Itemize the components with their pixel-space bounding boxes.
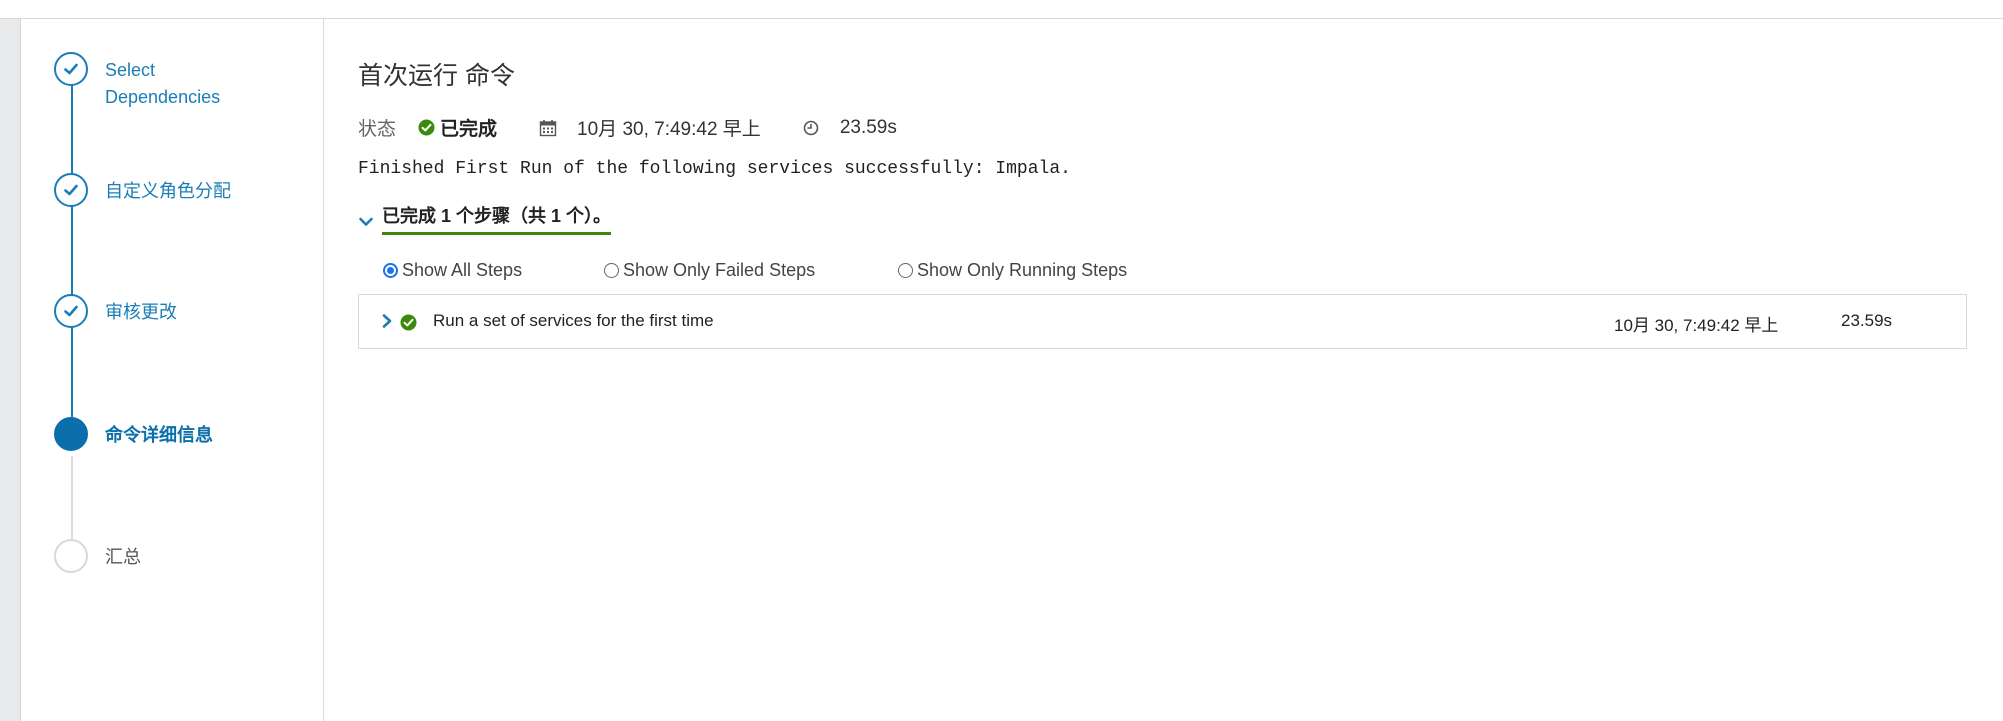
result-message: Finished First Run of the following serv…	[358, 159, 1071, 179]
success-icon	[400, 314, 417, 331]
success-icon	[418, 119, 435, 136]
wizard-step-summary: 汇总	[54, 539, 255, 573]
radio-unselected[interactable]	[604, 263, 619, 278]
wizard-sidebar: Select Dependencies 自定义角色分配 审核更改 命令详细信息 …	[21, 19, 324, 721]
check-icon	[54, 294, 88, 328]
filter-label: Show Only Running Steps	[917, 260, 1128, 280]
page: Select Dependencies 自定义角色分配 审核更改 命令详细信息 …	[0, 0, 2003, 721]
status-label: 状态	[358, 119, 397, 140]
filter-label: Show Only Failed Steps	[623, 260, 816, 280]
steps-toggle[interactable]: 已完成 1 个步骤（共 1 个）。	[358, 202, 612, 235]
check-icon	[54, 173, 88, 207]
steps-table: Run a set of services for the first time…	[358, 294, 1967, 349]
top-bar	[0, 0, 2003, 19]
status-value: 已完成	[440, 119, 498, 140]
step-filter-group: Show All Steps Show Only Failed Steps Sh…	[383, 260, 1127, 281]
pending-step-circle	[54, 539, 88, 573]
wizard-step-label: 汇总	[105, 547, 141, 567]
filter-show-all-steps[interactable]: Show All Steps	[383, 260, 604, 281]
step-name: Run a set of services for the first time	[433, 311, 714, 330]
filter-show-running-steps[interactable]: Show Only Running Steps	[898, 260, 1127, 281]
chevron-right-icon[interactable]	[380, 313, 394, 329]
wizard-step-label: 自定义角色分配	[105, 181, 231, 201]
command-datetime: 10月 30, 7:49:42 早上	[577, 119, 761, 140]
radio-selected[interactable]	[383, 263, 398, 278]
clock-icon	[803, 120, 819, 136]
current-step-dot	[54, 417, 88, 451]
radio-unselected[interactable]	[898, 263, 913, 278]
left-gutter	[0, 19, 21, 721]
wizard-step-label: 命令详细信息	[105, 425, 213, 445]
wizard-step-role-assignment[interactable]: 自定义角色分配	[54, 173, 255, 207]
wizard-step-command-details[interactable]: 命令详细信息	[54, 417, 255, 451]
wizard-step-label: 审核更改	[105, 302, 177, 322]
step-time: 10月 30, 7:49:42 早上	[1614, 316, 1779, 335]
wizard-step-review-changes[interactable]: 审核更改	[54, 294, 255, 328]
filter-label: Show All Steps	[402, 260, 523, 280]
wizard-step-select-dependencies[interactable]: Select Dependencies	[54, 52, 255, 111]
command-duration: 23.59s	[839, 116, 897, 138]
filter-show-failed-steps[interactable]: Show Only Failed Steps	[604, 260, 898, 281]
steps-summary: 已完成 1 个步骤（共 1 个）。	[382, 202, 612, 235]
progress-line-done	[71, 71, 73, 446]
page-title: 首次运行 命令	[358, 62, 515, 90]
wizard-step-label: Select Dependencies	[105, 60, 221, 107]
check-icon	[54, 52, 88, 86]
step-row[interactable]: Run a set of services for the first time…	[359, 295, 1966, 348]
step-duration: 23.59s	[1841, 311, 1893, 330]
calendar-icon	[539, 119, 557, 137]
chevron-down-icon	[358, 214, 374, 230]
status-row: 状态 已完成 10月 30, 7:49:42 早上 23.59s	[358, 114, 897, 141]
